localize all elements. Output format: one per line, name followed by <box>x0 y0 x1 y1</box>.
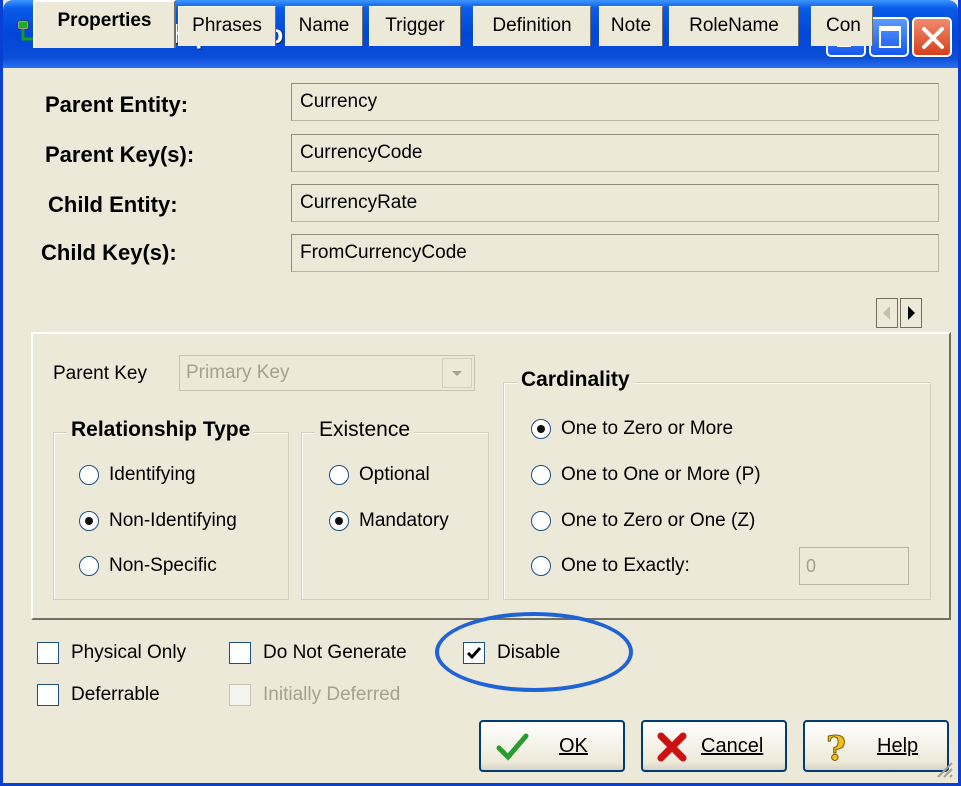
parent-key-label: Parent Key <box>53 363 147 384</box>
checkbox-box[interactable] <box>37 684 59 706</box>
tab-name[interactable]: Name <box>285 6 363 46</box>
radio-label: One to Zero or More <box>561 418 734 439</box>
checkbox-label: Deferrable <box>71 684 160 705</box>
radio-label: Mandatory <box>359 510 449 531</box>
exactly-count-input[interactable]: 0 <box>799 547 909 585</box>
parent-keys-label: Parent Key(s): <box>45 142 195 167</box>
parent-key-value: Primary Key <box>186 362 290 383</box>
radio-circle[interactable] <box>531 556 551 576</box>
radio-circle[interactable] <box>79 511 99 531</box>
radio-label: One to One or More (P) <box>561 464 761 485</box>
checkbox-box[interactable] <box>229 642 251 664</box>
child-keys-label: Child Key(s): <box>41 240 177 265</box>
existence-title: Existence <box>315 418 415 442</box>
relationship-type-title: Relationship Type <box>67 418 255 442</box>
radio-circle[interactable] <box>531 419 551 439</box>
tab-scroll-left-button[interactable] <box>876 298 898 328</box>
cancel-label: Cancel <box>701 735 764 757</box>
relationship-editor-window: Relationship Editor Parent Entity: Curre… <box>0 0 961 786</box>
tab-definition[interactable]: Definition <box>473 6 591 46</box>
close-icon <box>922 27 944 49</box>
chevron-down-icon <box>452 371 462 376</box>
checkbox-label: Do Not Generate <box>263 642 407 663</box>
child-keys-field[interactable]: FromCurrencyCode <box>291 234 939 272</box>
radio-label: Non-Identifying <box>109 510 237 531</box>
radio-circle[interactable] <box>79 556 99 576</box>
cancel-button[interactable]: Cancel <box>641 720 787 772</box>
parent-key-select[interactable]: Primary Key <box>179 355 475 391</box>
resize-grip-icon[interactable] <box>932 757 954 779</box>
checkmark-icon <box>496 733 529 761</box>
child-entity-label: Child Entity: <box>48 192 178 217</box>
tab-rolename[interactable]: RoleName <box>669 6 799 46</box>
radio-circle[interactable] <box>531 511 551 531</box>
svg-text:?: ? <box>826 730 846 764</box>
checkbox-box[interactable] <box>229 684 251 706</box>
tab-note[interactable]: Note <box>599 6 663 46</box>
tab-scroll-right-button[interactable] <box>900 298 922 328</box>
tab-con[interactable]: Con <box>811 6 873 46</box>
cardinality-title: Cardinality <box>517 368 634 392</box>
help-label: Help <box>877 735 919 757</box>
dropdown-button[interactable] <box>442 358 472 388</box>
highlight-ellipse <box>435 612 633 692</box>
child-entity-field[interactable]: CurrencyRate <box>291 184 939 222</box>
radio-circle[interactable] <box>531 465 551 485</box>
maximize-button[interactable] <box>869 17 909 57</box>
radio-circle[interactable] <box>79 465 99 485</box>
parent-entity-label: Parent Entity: <box>45 92 189 117</box>
red-x-icon <box>657 732 687 762</box>
arrow-right-icon <box>908 306 915 320</box>
radio-label: Identifying <box>109 464 196 485</box>
checkbox-label: Physical Only <box>71 642 187 663</box>
checkbox-label: Initially Deferred <box>263 684 401 705</box>
radio-circle[interactable] <box>329 511 349 531</box>
ok-button[interactable]: OK <box>479 720 625 772</box>
checkbox-box[interactable] <box>37 642 59 664</box>
tab-trigger[interactable]: Trigger <box>369 6 461 46</box>
ok-label: OK <box>559 735 588 757</box>
radio-circle[interactable] <box>329 465 349 485</box>
question-mark-icon: ? <box>826 730 847 764</box>
close-button[interactable] <box>912 17 952 57</box>
tab-phrases[interactable]: Phrases <box>178 6 276 46</box>
arrow-left-icon <box>883 306 890 320</box>
radio-label: Optional <box>359 464 430 485</box>
tab-properties[interactable]: Properties <box>33 0 176 48</box>
parent-keys-field[interactable]: CurrencyCode <box>291 134 939 172</box>
radio-label: Non-Specific <box>109 555 217 576</box>
radio-label: One to Zero or One (Z) <box>561 510 756 531</box>
radio-label: One to Exactly: <box>561 555 690 576</box>
maximize-icon <box>879 26 901 48</box>
help-button[interactable]: ? Help <box>803 720 949 772</box>
parent-entity-field[interactable]: Currency <box>291 83 939 121</box>
